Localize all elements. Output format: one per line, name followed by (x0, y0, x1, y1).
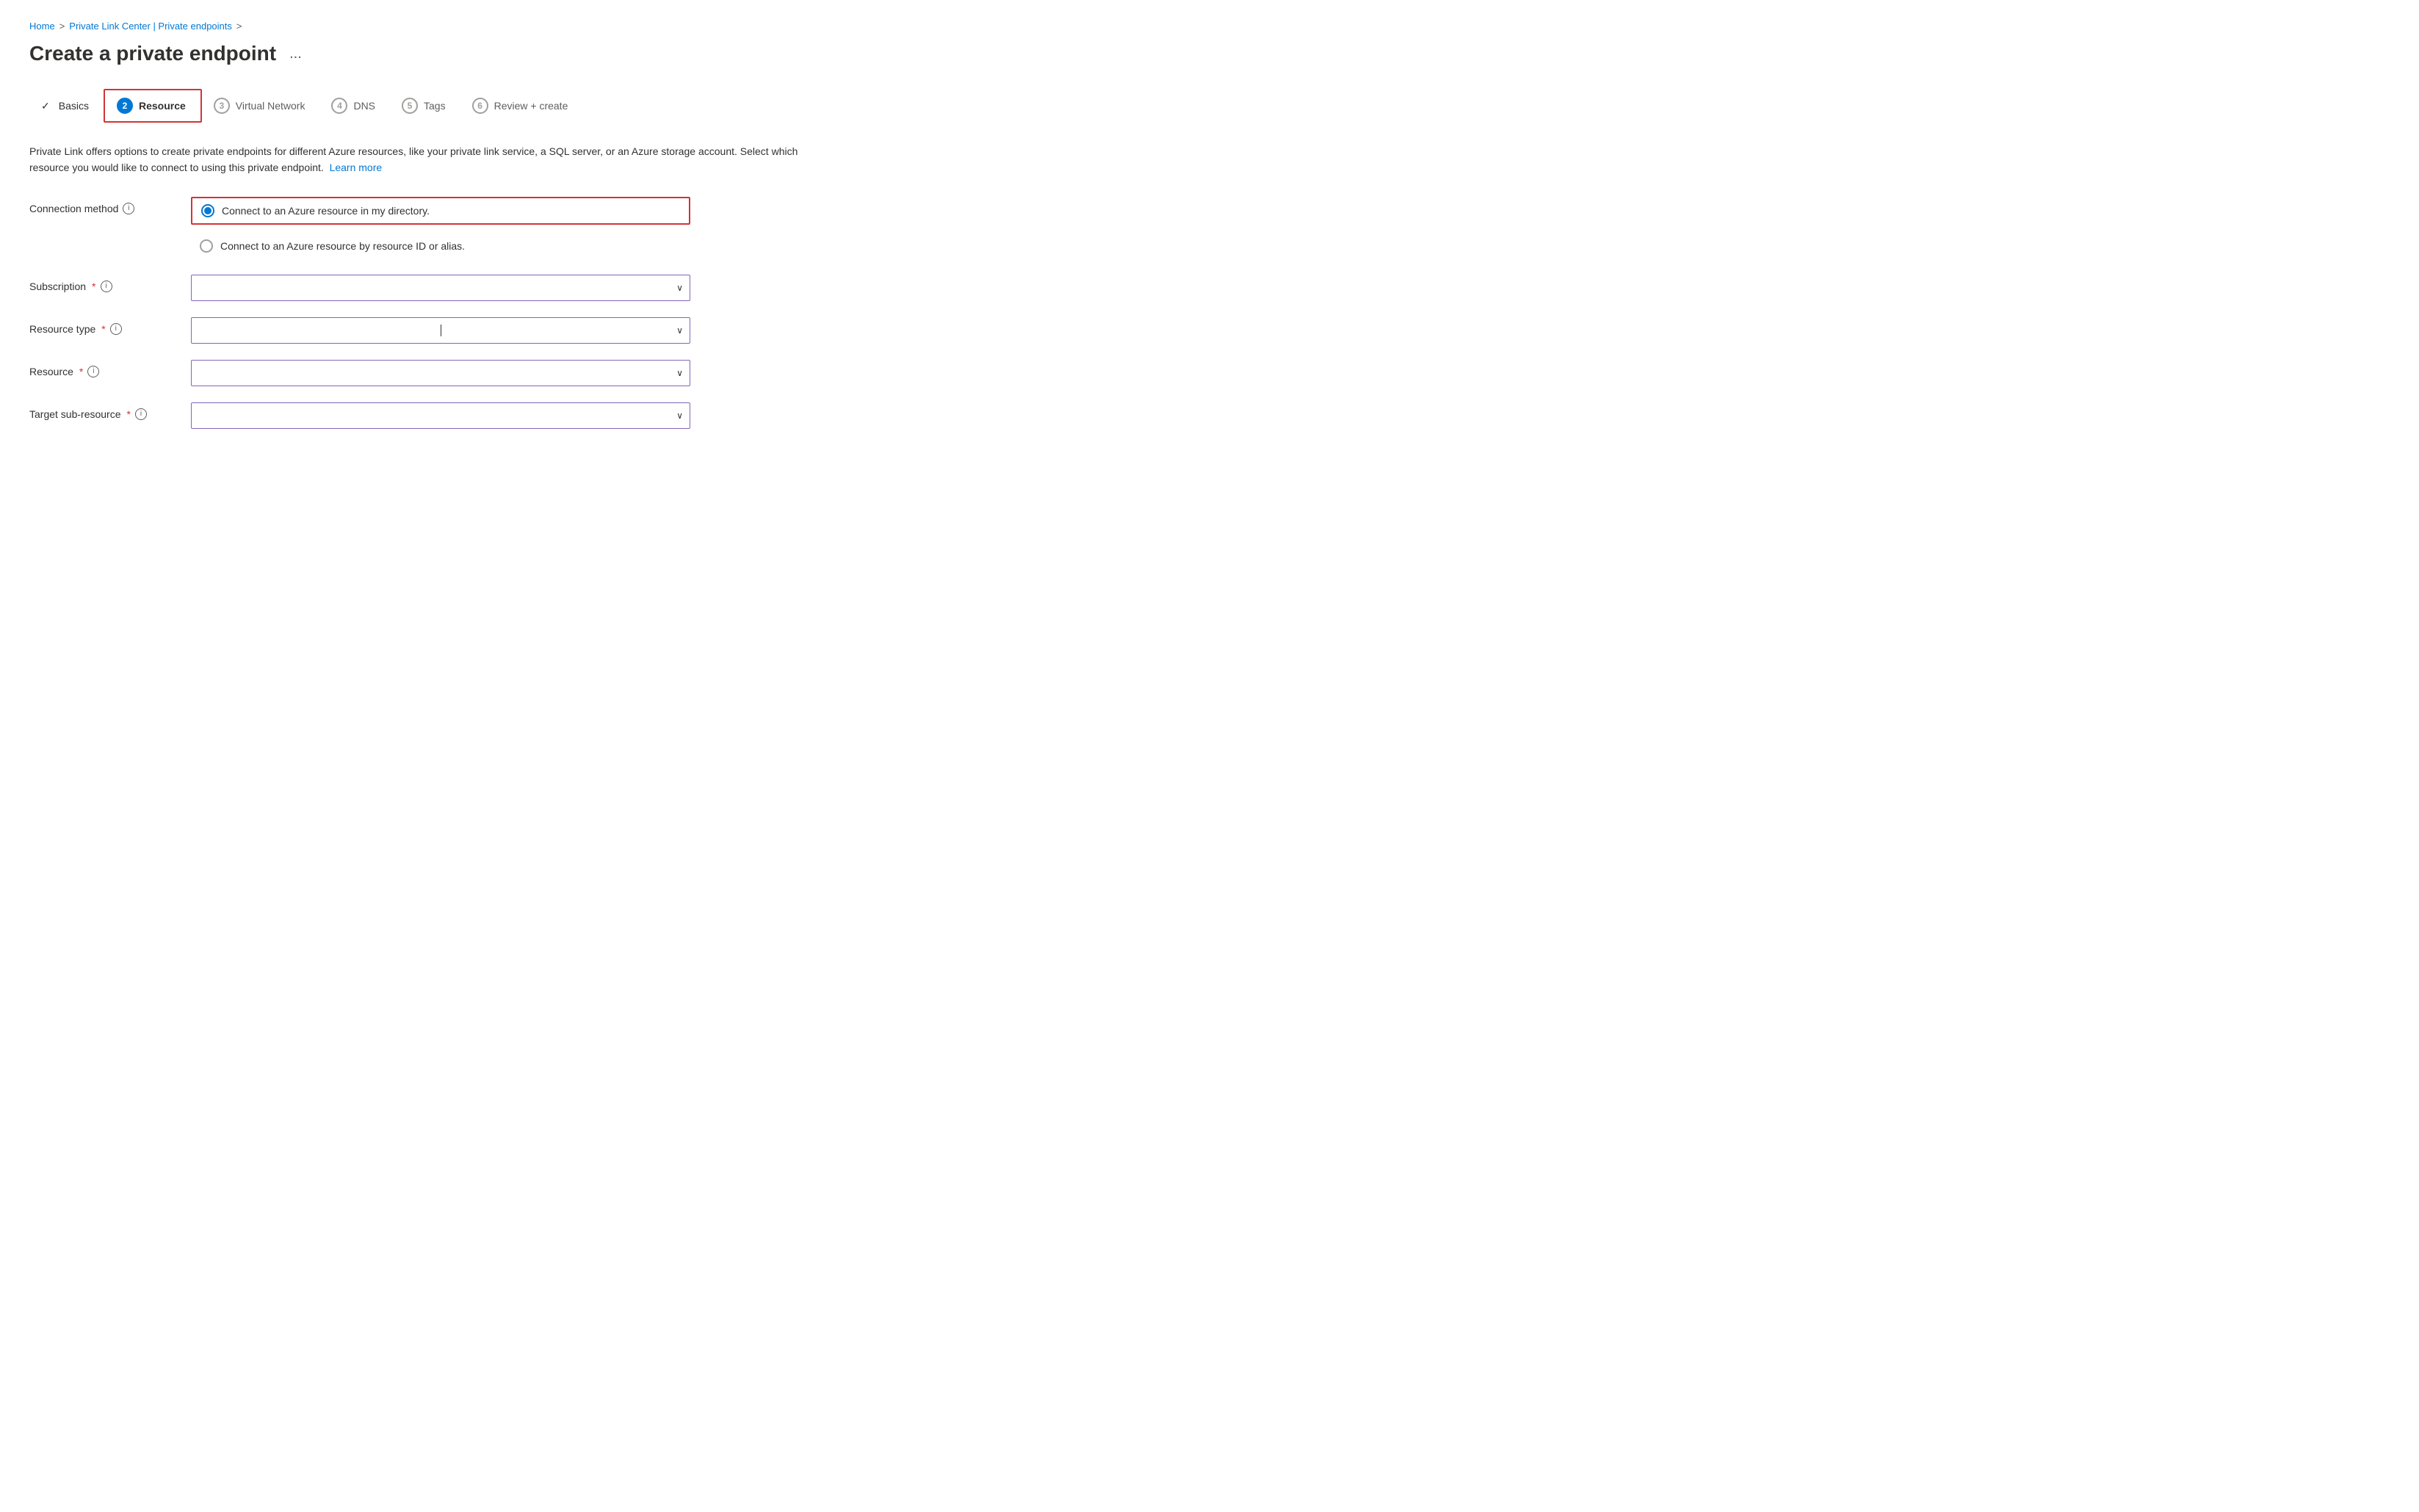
resource-label: Resource * i (29, 360, 176, 377)
tab-review-label: Review + create (494, 100, 568, 112)
resource-row: Resource * i ∨ (29, 360, 690, 386)
breadcrumb: Home > Private Link Center | Private end… (29, 21, 2390, 32)
connection-method-label: Connection method i (29, 197, 176, 214)
target-sub-resource-row: Target sub-resource * i ∨ (29, 402, 690, 429)
resource-type-dropdown-wrapper: ∨ (191, 317, 690, 344)
tab-tags[interactable]: 5 Tags (390, 90, 460, 121)
resource-select[interactable] (191, 360, 690, 386)
subscription-info-icon[interactable]: i (101, 281, 112, 292)
tabs-row: ✓ Basics 2 Resource 3 Virtual Network 4 … (29, 89, 2390, 123)
resource-type-row: Resource type * i ∨ (29, 317, 690, 344)
resource-required: * (79, 366, 83, 377)
resource-dropdown-wrapper: ∨ (191, 360, 690, 386)
subscription-select[interactable] (191, 275, 690, 301)
tab-review-create[interactable]: 6 Review + create (460, 90, 583, 121)
radio-group: Connect to an Azure resource in my direc… (191, 197, 690, 258)
ellipsis-menu-button[interactable]: ... (285, 44, 306, 64)
page-title: Create a private endpoint (29, 42, 276, 65)
tab-vnet-label: Virtual Network (236, 100, 305, 112)
resource-control: ∨ (191, 360, 690, 386)
breadcrumb-sep2: > (236, 21, 242, 32)
target-sub-resource-info-icon[interactable]: i (135, 408, 147, 420)
tab-resource-label: Resource (139, 100, 186, 112)
subscription-dropdown-wrapper: ∨ (191, 275, 690, 301)
tab-review-number: 6 (472, 98, 488, 114)
radio-option-directory[interactable]: Connect to an Azure resource in my direc… (191, 197, 690, 225)
form-section: Connection method i Connect to an Azure … (29, 197, 690, 429)
connection-method-row: Connection method i Connect to an Azure … (29, 197, 690, 258)
target-sub-resource-required: * (127, 408, 131, 420)
tab-dns-label: DNS (353, 100, 375, 112)
resource-type-control: ∨ (191, 317, 690, 344)
tab-virtual-network[interactable]: 3 Virtual Network (202, 90, 320, 121)
tab-resource-number: 2 (117, 98, 133, 114)
connection-method-info-icon[interactable]: i (123, 203, 134, 214)
tab-basics-label: Basics (59, 100, 89, 112)
radio-resource-id-input[interactable] (200, 239, 213, 253)
radio-option-resource-id[interactable]: Connect to an Azure resource by resource… (191, 234, 690, 258)
tab-resource[interactable]: 2 Resource (104, 89, 202, 123)
learn-more-link[interactable]: Learn more (330, 162, 383, 173)
tab-dns[interactable]: 4 DNS (319, 90, 390, 121)
tab-tags-number: 5 (402, 98, 418, 114)
subscription-label: Subscription * i (29, 275, 176, 292)
target-sub-resource-label: Target sub-resource * i (29, 402, 176, 420)
breadcrumb-private-link[interactable]: Private Link Center | Private endpoints (69, 21, 232, 32)
resource-type-info-icon[interactable]: i (110, 323, 122, 335)
breadcrumb-home[interactable]: Home (29, 21, 55, 32)
breadcrumb-sep1: > (59, 21, 65, 32)
resource-type-label: Resource type * i (29, 317, 176, 335)
subscription-row: Subscription * i ∨ (29, 275, 690, 301)
tab-basics[interactable]: ✓ Basics (29, 93, 104, 120)
target-sub-resource-dropdown-wrapper: ∨ (191, 402, 690, 429)
subscription-control: ∨ (191, 275, 690, 301)
tab-tags-label: Tags (424, 100, 446, 112)
radio-resource-id-label: Connect to an Azure resource by resource… (220, 240, 465, 252)
subscription-required: * (92, 281, 95, 292)
description-text: Private Link offers options to create pr… (29, 143, 837, 176)
radio-directory-input[interactable] (201, 204, 214, 217)
resource-info-icon[interactable]: i (87, 366, 99, 377)
resource-type-required: * (101, 323, 105, 335)
tab-dns-number: 4 (331, 98, 347, 114)
page-title-row: Create a private endpoint ... (29, 42, 2390, 65)
target-sub-resource-control: ∨ (191, 402, 690, 429)
tab-vnet-number: 3 (214, 98, 230, 114)
basics-checkmark-icon: ✓ (41, 100, 50, 112)
target-sub-resource-select[interactable] (191, 402, 690, 429)
radio-directory-label: Connect to an Azure resource in my direc… (222, 205, 430, 217)
connection-method-options: Connect to an Azure resource in my direc… (191, 197, 690, 258)
